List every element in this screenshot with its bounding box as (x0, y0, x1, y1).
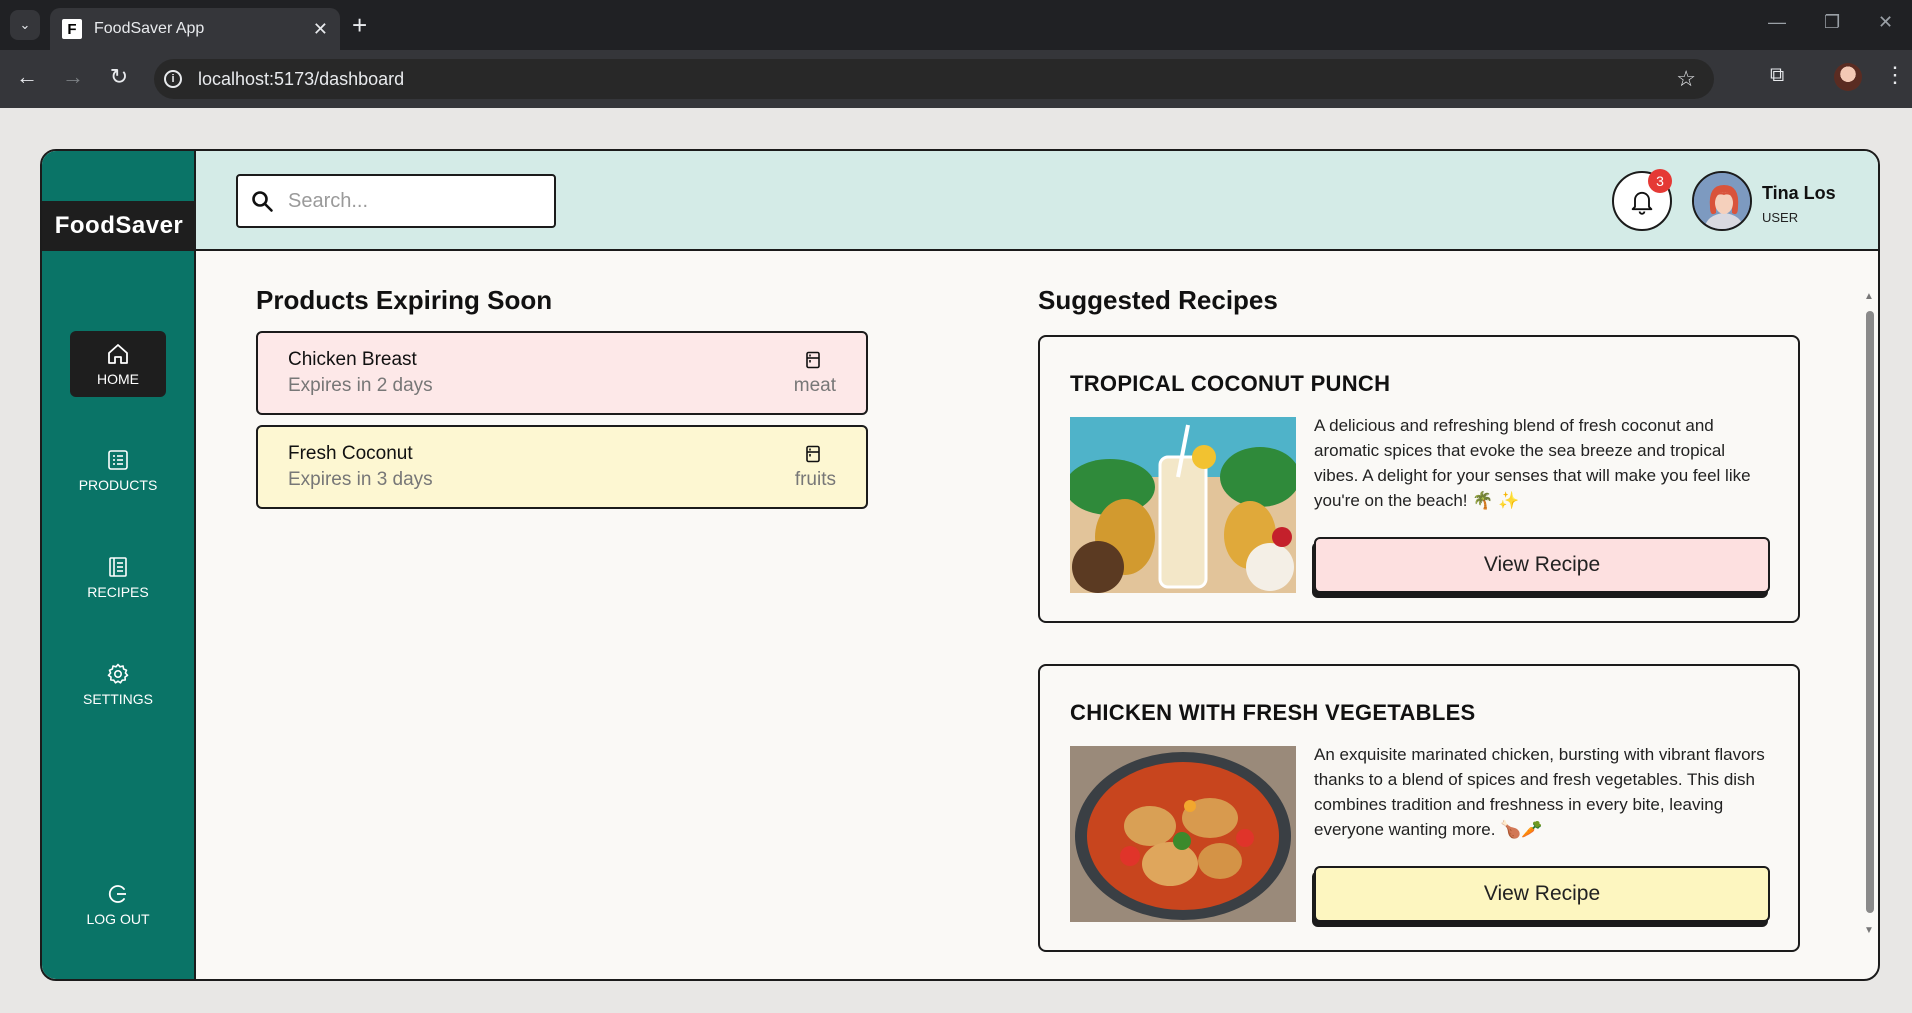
product-name: Chicken Breast (288, 349, 417, 370)
app-logo: FoodSaver (42, 201, 196, 251)
home-icon (108, 343, 128, 364)
forward-icon[interactable]: → (58, 64, 88, 90)
browser-tab[interactable]: F FoodSaver App ✕ (50, 8, 340, 50)
recipe-card: TROPICAL COCONUT PUNCH A delicious and r… (1038, 335, 1800, 623)
tab-search-chevron-icon[interactable]: ⌄ (10, 10, 40, 40)
window-close-icon[interactable]: ✕ (1878, 12, 1893, 33)
product-expiry: Expires in 2 days (288, 375, 433, 396)
recipe-title: TROPICAL COCONUT PUNCH (1070, 371, 1391, 396)
fridge-icon (806, 351, 820, 369)
recipes-section-title: Suggested Recipes (1038, 285, 1278, 315)
top-header: 3 Tina Los USER (196, 151, 1878, 251)
chicken-vegetables-image (1070, 746, 1296, 922)
main-scrollbar[interactable]: ▲ ▼ (1862, 291, 1874, 941)
product-category: fruits (794, 469, 836, 490)
nav-settings[interactable]: SETTINGS (70, 651, 166, 717)
recipe-title: CHICKEN WITH FRESH VEGETABLES (1070, 700, 1476, 725)
recipe-card: CHICKEN WITH FRESH VEGETABLES An exquisi… (1038, 664, 1800, 952)
scrollbar-thumb[interactable] (1866, 311, 1874, 913)
user-avatar[interactable] (1692, 171, 1752, 231)
url-text: localhost:5173/dashboard (198, 68, 405, 89)
product-expiry: Expires in 3 days (288, 469, 433, 490)
product-card[interactable]: Fresh Coconut Expires in 3 days fruits (256, 425, 868, 509)
logout-button[interactable]: LOG OUT (70, 871, 166, 937)
sidebar: FoodSaver HOME PRODUCTS RECIPES SETTINGS… (42, 151, 196, 979)
recipe-description: A delicious and refreshing blend of fres… (1314, 416, 1751, 510)
recipe-description: An exquisite marinated chicken, bursting… (1314, 745, 1765, 839)
tab-title: FoodSaver App (94, 20, 205, 37)
list-icon (108, 449, 128, 470)
browser-menu-icon[interactable]: ⋮ (1884, 62, 1906, 88)
minimize-icon[interactable]: — (1768, 12, 1786, 33)
nav-products-label: PRODUCTS (78, 476, 158, 493)
site-info-icon[interactable]: i (164, 70, 182, 88)
app-frame: FoodSaver HOME PRODUCTS RECIPES SETTINGS… (40, 149, 1880, 981)
bell-icon (1631, 191, 1653, 215)
fridge-icon (806, 445, 820, 463)
nav-products[interactable]: PRODUCTS (70, 437, 166, 503)
user-role: USER (1762, 210, 1799, 225)
products-section-title: Products Expiring Soon (256, 285, 553, 315)
address-bar[interactable]: i localhost:5173/dashboard ☆ (154, 59, 1714, 99)
coconut-punch-image (1070, 417, 1296, 593)
scroll-down-arrow-icon[interactable]: ▼ (1864, 925, 1874, 936)
extensions-icon[interactable]: ⧉ (1770, 64, 1784, 87)
search-box[interactable] (236, 174, 556, 228)
notification-count-badge: 3 (1648, 169, 1672, 193)
product-name: Fresh Coconut (288, 443, 413, 464)
product-card[interactable]: Chicken Breast Expires in 2 days meat (256, 331, 868, 415)
recipe-image (1070, 746, 1296, 922)
favicon-icon: F (62, 19, 82, 39)
product-category: meat (793, 375, 836, 396)
scroll-up-arrow-icon[interactable]: ▲ (1864, 291, 1874, 302)
nav-recipes-label: RECIPES (87, 583, 149, 600)
gear-icon (107, 663, 129, 684)
bookmark-star-icon[interactable]: ☆ (1676, 66, 1696, 92)
browser-tabbar: ⌄ F FoodSaver App ✕ + — ❐ ✕ (0, 0, 1912, 50)
search-icon (252, 191, 273, 212)
back-icon[interactable]: ← (12, 64, 42, 90)
book-icon (109, 556, 127, 577)
search-input[interactable] (288, 189, 538, 213)
view-recipe-button[interactable]: View Recipe (1314, 537, 1770, 593)
nav-home[interactable]: HOME (70, 331, 166, 397)
nav-settings-label: SETTINGS (82, 690, 153, 707)
profile-avatar-icon[interactable] (1834, 63, 1862, 91)
view-recipe-button[interactable]: View Recipe (1314, 866, 1770, 922)
restore-icon[interactable]: ❐ (1824, 12, 1840, 33)
nav-recipes[interactable]: RECIPES (70, 544, 166, 610)
logout-icon (108, 884, 126, 903)
browser-toolbar: ← → ↻ i localhost:5173/dashboard ☆ ⧉ ⋮ (0, 50, 1912, 108)
logout-label: LOG OUT (86, 910, 150, 927)
recipe-image (1070, 417, 1296, 593)
nav-home-label: HOME (97, 370, 139, 387)
user-avatar-illustration (1694, 173, 1750, 229)
new-tab-icon[interactable]: + (352, 10, 367, 40)
tab-close-icon[interactable]: ✕ (313, 19, 328, 40)
user-name: Tina Los (1762, 183, 1836, 203)
reload-icon[interactable]: ↻ (104, 64, 134, 90)
